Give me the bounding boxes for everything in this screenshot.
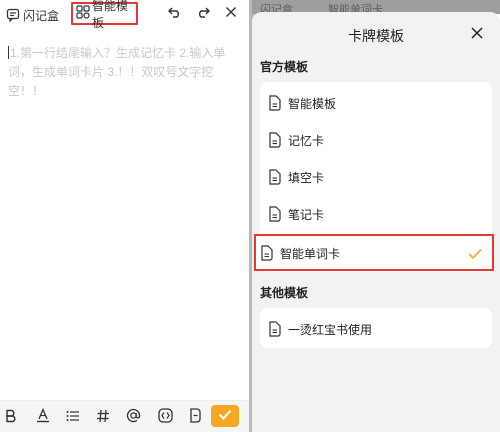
other-templates-card: 一烫红宝书使用 (260, 308, 492, 348)
smart-template-button[interactable]: 智能模板 (71, 0, 138, 30)
flash-box-label: 闪记盒 (23, 8, 60, 23)
selected-check-icon (468, 248, 482, 260)
cloze-button[interactable] (156, 408, 174, 426)
template-item-label: 智能模板 (288, 97, 337, 111)
text-color-icon (36, 407, 50, 426)
template-grid-icon (76, 5, 92, 22)
card-button[interactable] (186, 408, 204, 426)
text-color-button[interactable] (34, 407, 52, 426)
template-item-smart-word-card[interactable]: 智能单词卡 (254, 234, 494, 271)
document-icon (260, 245, 274, 261)
hashtag-button[interactable] (94, 408, 112, 426)
document-icon (268, 321, 282, 337)
smart-template-label: 智能模板 (92, 0, 129, 30)
mention-icon (126, 408, 141, 426)
card-template-sheet: 卡牌模板 官方模板 智能模板 记忆卡 填空卡 笔记卡 智能单词卡 其他模板 一烫… (252, 12, 500, 432)
editor-placeholder: 1.第一行结尾输入？生成记忆卡 2.输入单词，生成单词卡片 3.！！双叹号文字挖… (8, 46, 226, 98)
flash-box-button[interactable]: 闪记盒 (6, 6, 59, 24)
template-item-label: 智能单词卡 (280, 247, 341, 261)
editor-topbar: 闪记盒 智能模板 (0, 0, 249, 30)
template-item-label: 一烫红宝书使用 (288, 323, 373, 337)
list-button[interactable] (64, 408, 82, 426)
document-icon (268, 206, 282, 222)
template-item-note[interactable]: 笔记卡 (260, 195, 492, 232)
confirm-button[interactable] (211, 405, 239, 427)
document-icon (268, 95, 282, 111)
undo-icon (168, 5, 182, 23)
bold-button[interactable] (2, 408, 20, 426)
mention-button[interactable] (124, 408, 142, 426)
template-item-label: 笔记卡 (288, 208, 325, 222)
template-item-memory[interactable]: 记忆卡 (260, 121, 492, 158)
text-caret (8, 46, 9, 59)
confirm-check-icon (218, 407, 232, 425)
note-editor-input[interactable]: 1.第一行结尾输入？生成记忆卡 2.输入单词，生成单词卡片 3.！！双叹号文字挖… (8, 44, 244, 101)
other-templates-heading: 其他模板 (260, 286, 309, 300)
close-icon (470, 27, 484, 44)
sheet-close-button[interactable] (470, 26, 486, 42)
template-item-smart[interactable]: 智能模板 (260, 84, 492, 121)
redo-icon (196, 5, 210, 23)
template-item-red-book[interactable]: 一烫红宝书使用 (260, 310, 492, 347)
hashtag-icon (96, 409, 110, 426)
format-toolbar (0, 400, 249, 432)
close-icon (225, 5, 237, 23)
document-icon (268, 169, 282, 185)
template-item-label: 填空卡 (288, 171, 325, 185)
template-item-cloze[interactable]: 填空卡 (260, 158, 492, 195)
bold-icon (5, 409, 17, 426)
list-icon (66, 409, 80, 425)
flash-box-icon (6, 8, 20, 22)
close-button[interactable] (222, 5, 240, 23)
template-picker-pane: 闪记盒 智能单词卡 卡牌模板 官方模板 智能模板 记忆卡 填空卡 笔记卡 智能单… (252, 0, 500, 432)
cloze-icon (157, 408, 173, 426)
template-item-label: 记忆卡 (288, 134, 325, 148)
note-editor-pane: 闪记盒 智能模板 1.第一行结尾输入？生成记忆卡 2.输入单词，生成单词卡片 3… (0, 0, 249, 432)
card-icon (189, 408, 202, 426)
sheet-title: 卡牌模板 (348, 28, 404, 44)
official-templates-heading: 官方模板 (260, 60, 309, 74)
undo-button[interactable] (166, 5, 184, 23)
document-icon (268, 132, 282, 148)
redo-button[interactable] (194, 5, 212, 23)
